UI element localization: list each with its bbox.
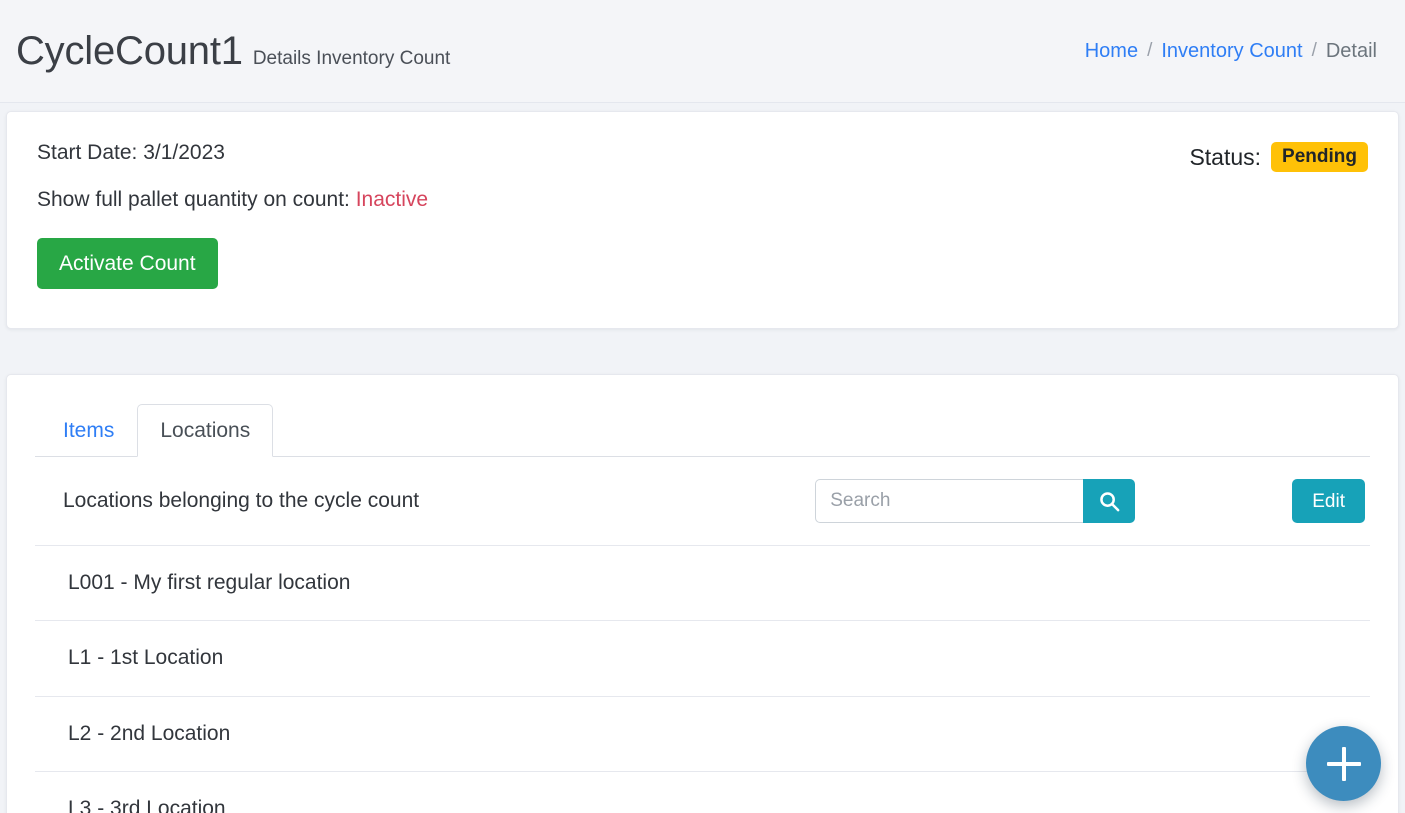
breadcrumb-current: Detail xyxy=(1326,40,1377,63)
search-button[interactable] xyxy=(1083,479,1135,523)
page-header: CycleCount1 Details Inventory Count Home… xyxy=(0,0,1405,103)
plus-icon xyxy=(1327,747,1361,781)
breadcrumb-inventory-count[interactable]: Inventory Count xyxy=(1161,40,1302,63)
page-title: CycleCount1 xyxy=(16,30,243,72)
tab-strip: Items Locations xyxy=(35,403,1370,457)
list-item[interactable]: L001 - My first regular location xyxy=(35,546,1370,621)
breadcrumb-separator: / xyxy=(1147,40,1152,62)
tab-locations[interactable]: Locations xyxy=(137,404,273,457)
summary-row: Start Date: 3/1/2023 Show full pallet qu… xyxy=(37,138,1368,289)
start-date-line: Start Date: 3/1/2023 xyxy=(37,140,428,165)
page-subtitle: Details Inventory Count xyxy=(253,48,451,70)
locations-list: L001 - My first regular location L1 - 1s… xyxy=(35,546,1370,813)
locations-caption: Locations belonging to the cycle count xyxy=(63,489,419,513)
pallet-quantity-line: Show full pallet quantity on count: Inac… xyxy=(37,187,428,212)
breadcrumb: Home / Inventory Count / Detail xyxy=(1085,40,1377,63)
list-item[interactable]: L3 - 3rd Location xyxy=(35,772,1370,813)
breadcrumb-separator: / xyxy=(1312,40,1317,62)
list-item[interactable]: L1 - 1st Location xyxy=(35,621,1370,696)
list-item[interactable]: L2 - 2nd Location xyxy=(35,697,1370,772)
status-group: Status: Pending xyxy=(1189,138,1368,172)
summary-card: Start Date: 3/1/2023 Show full pallet qu… xyxy=(6,111,1399,329)
add-location-fab[interactable] xyxy=(1306,726,1381,801)
pallet-quantity-label: Show full pallet quantity on count: xyxy=(37,188,350,211)
status-badge: Pending xyxy=(1271,142,1368,172)
status-label: Status: xyxy=(1189,144,1261,171)
locations-card: Items Locations Locations belonging to t… xyxy=(6,374,1399,813)
toolbar-actions: Edit xyxy=(815,479,1365,523)
edit-button[interactable]: Edit xyxy=(1292,479,1365,523)
pallet-quantity-value: Inactive xyxy=(356,188,428,211)
search-icon xyxy=(1098,490,1121,513)
tab-items[interactable]: Items xyxy=(40,404,137,457)
search-input[interactable] xyxy=(815,479,1083,523)
page-root: CycleCount1 Details Inventory Count Home… xyxy=(0,0,1405,813)
title-group: CycleCount1 Details Inventory Count xyxy=(16,30,450,72)
activate-count-button[interactable]: Activate Count xyxy=(37,238,218,289)
locations-toolbar: Locations belonging to the cycle count E… xyxy=(35,457,1370,546)
search-group xyxy=(815,479,1135,523)
breadcrumb-home[interactable]: Home xyxy=(1085,40,1138,63)
summary-details: Start Date: 3/1/2023 Show full pallet qu… xyxy=(37,138,428,289)
